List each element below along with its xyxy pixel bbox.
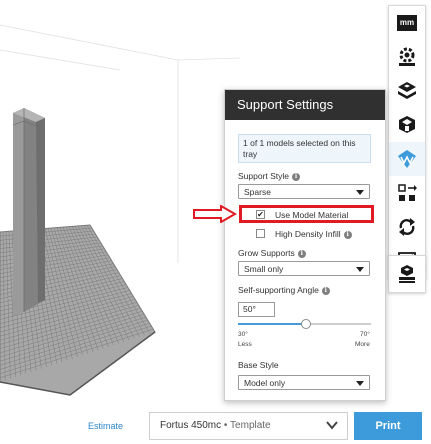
printer-select[interactable]: Fortus 450mc • Template bbox=[149, 412, 348, 440]
supports-icon bbox=[399, 116, 415, 133]
slider-min-label: Less bbox=[238, 341, 252, 348]
support-style-label: Support Style i bbox=[238, 171, 301, 181]
right-toolbar: mm bbox=[388, 5, 426, 279]
support-settings-panel: Support Settings 1 of 1 models selected … bbox=[224, 89, 386, 401]
caret-down-icon bbox=[356, 381, 364, 386]
self-supporting-angle-label: Self-supporting Angle i bbox=[238, 285, 330, 295]
panel-title: Support Settings bbox=[225, 90, 385, 120]
arrange-icon bbox=[398, 184, 417, 201]
layers-icon bbox=[398, 82, 416, 99]
grow-supports-select[interactable]: Small only bbox=[238, 261, 370, 276]
arrange-button[interactable] bbox=[389, 176, 425, 210]
printer-name: Fortus 450mc bbox=[160, 420, 222, 431]
units-button[interactable]: mm bbox=[389, 6, 425, 40]
estimate-link[interactable]: Estimate bbox=[88, 421, 123, 431]
caret-down-icon bbox=[356, 190, 364, 195]
slider-min-value: 30° bbox=[238, 331, 248, 338]
tray-button[interactable] bbox=[389, 256, 425, 292]
orient-button[interactable] bbox=[389, 40, 425, 74]
info-icon[interactable]: i bbox=[292, 173, 301, 181]
material-button[interactable] bbox=[389, 142, 425, 176]
high-density-infill-checkbox[interactable] bbox=[256, 229, 265, 238]
layers-button[interactable] bbox=[389, 74, 425, 108]
slider-max-value: 70° bbox=[360, 331, 370, 338]
info-icon[interactable]: i bbox=[321, 287, 330, 295]
annotation-arrow-icon bbox=[193, 205, 237, 223]
slider-max-label: More bbox=[355, 341, 370, 348]
grow-supports-label: Grow Supports i bbox=[238, 248, 306, 258]
orient-icon bbox=[399, 47, 415, 66]
selection-info: 1 of 1 models selected on this tray bbox=[238, 134, 371, 163]
model-column[interactable] bbox=[12, 108, 45, 316]
right-toolbar-secondary bbox=[388, 255, 426, 293]
slider-fill bbox=[238, 323, 305, 325]
base-style-label: Base Style bbox=[238, 360, 279, 370]
printer-config: Template bbox=[230, 420, 271, 431]
rotate-icon bbox=[399, 218, 415, 236]
chevron-down-icon bbox=[326, 421, 338, 430]
info-icon[interactable]: i bbox=[343, 231, 352, 239]
base-style-select[interactable]: Model only bbox=[238, 375, 370, 390]
rotate-button[interactable] bbox=[389, 210, 425, 244]
caret-down-icon bbox=[356, 267, 364, 272]
high-density-infill-label: High Density Infill bbox=[275, 229, 341, 239]
tray-icon bbox=[399, 265, 415, 283]
material-icon bbox=[398, 150, 416, 168]
high-density-infill-text: High Density Infill i bbox=[275, 228, 352, 240]
support-style-select[interactable]: Sparse bbox=[238, 184, 370, 199]
print-button[interactable]: Print bbox=[354, 412, 422, 440]
supports-button[interactable] bbox=[389, 108, 425, 142]
slider-thumb[interactable] bbox=[300, 319, 311, 329]
units-icon: mm bbox=[396, 15, 418, 31]
info-icon[interactable]: i bbox=[297, 250, 306, 258]
highlight-box bbox=[239, 205, 374, 223]
angle-slider[interactable] bbox=[238, 319, 371, 329]
printer-separator: • bbox=[223, 420, 228, 431]
self-supporting-angle-input[interactable]: 50° bbox=[238, 302, 275, 317]
